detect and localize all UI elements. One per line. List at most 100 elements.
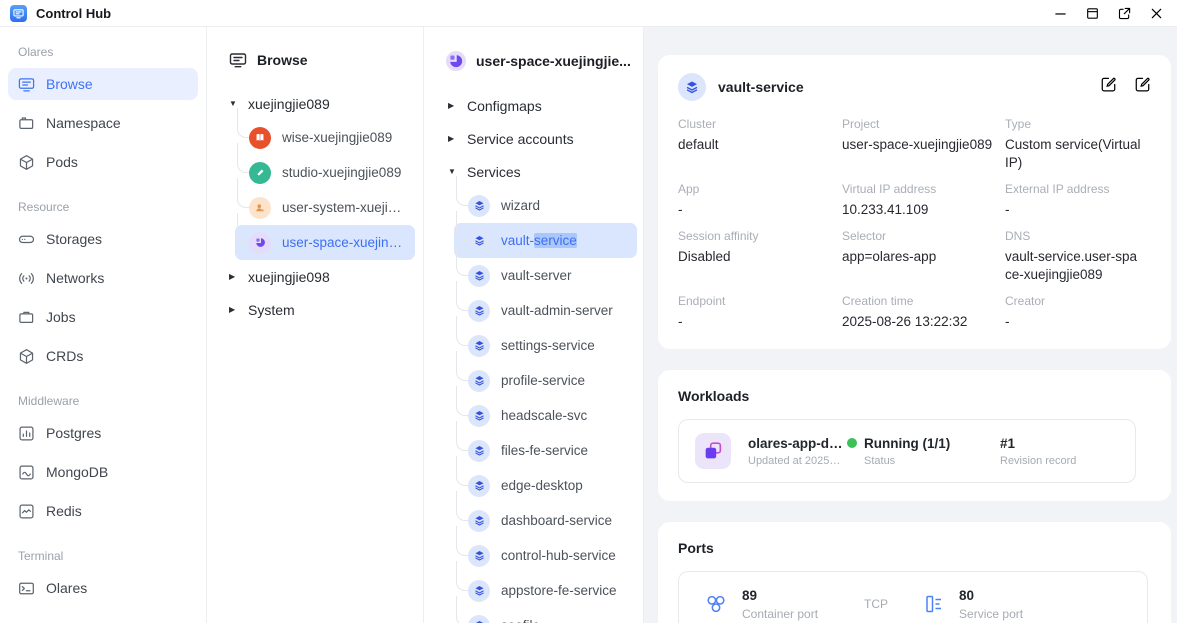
sidebar-item-olares-terminal[interactable]: Olares (8, 572, 198, 604)
namespace-panel: user-space-xuejingjie... ▶ Configmaps ▶ … (424, 27, 644, 623)
workload-status-label: Status (864, 455, 1000, 467)
service-item-appstore-fe-service[interactable]: appstore-fe-service (454, 573, 637, 608)
user-space-app-icon (249, 232, 271, 254)
tree-item-user-system[interactable]: user-system-xuejingj... (235, 190, 415, 225)
workload-revision: #1 (1000, 436, 1076, 451)
caret-right-icon[interactable]: ▶ (448, 101, 458, 110)
tree-item-studio[interactable]: studio-xuejingjie089 (235, 155, 415, 190)
service-layers-icon (678, 73, 706, 101)
service-item-profile-service[interactable]: profile-service (454, 363, 637, 398)
field-creator: Creator- (1005, 294, 1151, 331)
caret-down-icon[interactable]: ▼ (229, 99, 239, 108)
edit-icon (1100, 76, 1117, 93)
field-selector: Selectorapp=olares-app (842, 229, 1005, 284)
workload-name: olares-app-depl... (748, 436, 844, 451)
service-layers-icon (468, 265, 490, 287)
sidebar-item-namespace[interactable]: Namespace (8, 107, 198, 139)
close-button[interactable] (1150, 7, 1163, 20)
field-app: App- (678, 182, 842, 219)
app-logo-icon (10, 5, 27, 22)
section-label-terminal: Terminal (18, 549, 198, 563)
caret-right-icon[interactable]: ▶ (229, 272, 239, 281)
sidebar-item-crds[interactable]: CRDs (8, 340, 198, 372)
workload-item[interactable]: olares-app-depl... Updated at 2025-08-26… (678, 419, 1136, 483)
service-layers-icon (468, 195, 490, 217)
browse-icon (229, 51, 247, 69)
service-layers-icon (468, 335, 490, 357)
app-title: Control Hub (36, 6, 111, 21)
tree-node-xuejingjie098[interactable]: ▶ xuejingjie098 (217, 260, 415, 293)
service-item-headscale-svc[interactable]: headscale-svc (454, 398, 637, 433)
service-item-settings-service[interactable]: settings-service (454, 328, 637, 363)
services-list: wizard vault-service vault-server vault-… (436, 188, 637, 623)
service-layers-icon (468, 230, 490, 252)
service-layers-icon (468, 545, 490, 567)
caret-right-icon[interactable]: ▶ (229, 305, 239, 314)
postgres-icon (18, 425, 35, 442)
service-detail-card: vault-service Clusterdefault Projectuser… (658, 55, 1171, 349)
sidebar-item-browse[interactable]: Browse (8, 68, 198, 100)
namespace-icon (18, 115, 35, 132)
field-project: Projectuser-space-xuejingjie089 (842, 117, 1005, 172)
port-protocol: TCP (864, 597, 888, 611)
primary-sidebar: Olares Browse Namespace Pods R (0, 27, 207, 623)
minimize-button[interactable] (1054, 7, 1067, 20)
tree-item-user-space[interactable]: user-space-xuejingji... (235, 225, 415, 260)
edit-yaml-button[interactable] (1134, 76, 1151, 98)
user-system-app-icon (249, 197, 271, 219)
ports-title: Ports (678, 540, 1151, 556)
sidebar-item-mongodb[interactable]: MongoDB (8, 456, 198, 488)
sidebar-item-pods[interactable]: Pods (8, 146, 198, 178)
field-session-affinity: Session affinityDisabled (678, 229, 842, 284)
caret-down-icon[interactable]: ▼ (448, 167, 458, 176)
tree-item-wise[interactable]: wise-xuejingjie089 (235, 120, 415, 155)
service-item-dashboard-service[interactable]: dashboard-service (454, 503, 637, 538)
service-item-vault-admin-server[interactable]: vault-admin-server (454, 293, 637, 328)
sidebar-item-jobs[interactable]: Jobs (8, 301, 198, 333)
field-dns: DNSvault-service.user-space-xuejingjie08… (1005, 229, 1151, 284)
restore-icon (1086, 7, 1099, 20)
sidebar-item-label: Namespace (46, 115, 121, 131)
group-configmaps[interactable]: ▶ Configmaps (436, 89, 637, 122)
open-external-icon (1118, 7, 1131, 20)
edit-button[interactable] (1100, 76, 1117, 98)
sidebar-item-label: Redis (46, 503, 82, 519)
service-item-vault-server[interactable]: vault-server (454, 258, 637, 293)
pods-icon (18, 154, 35, 171)
group-service-accounts[interactable]: ▶ Service accounts (436, 122, 637, 155)
service-layers-icon (468, 440, 490, 462)
sidebar-item-storages[interactable]: Storages (8, 223, 198, 255)
field-endpoint: Endpoint- (678, 294, 842, 331)
workloads-card: Workloads olares-app-depl... Updated at … (658, 370, 1171, 501)
service-item-edge-desktop[interactable]: edge-desktop (454, 468, 637, 503)
sidebar-item-postgres[interactable]: Postgres (8, 417, 198, 449)
sidebar-item-label: CRDs (46, 348, 83, 364)
sidebar-item-redis[interactable]: Redis (8, 495, 198, 527)
studio-app-icon (249, 162, 271, 184)
service-item-seafile[interactable]: seafile (454, 608, 637, 623)
port-item: 89 Container port TCP 80 Service port (678, 571, 1148, 623)
mongodb-icon (18, 464, 35, 481)
service-item-files-fe-service[interactable]: files-fe-service (454, 433, 637, 468)
titlebar: Control Hub (0, 0, 1177, 27)
sidebar-item-label: Browse (46, 76, 93, 92)
network-icon (18, 270, 35, 287)
workloads-title: Workloads (678, 388, 1151, 404)
sidebar-item-label: Storages (46, 231, 102, 247)
service-layers-icon (468, 615, 490, 623)
container-port-label: Container port (742, 607, 818, 621)
sidebar-item-label: Postgres (46, 425, 101, 441)
sidebar-item-label: Networks (46, 270, 104, 286)
caret-right-icon[interactable]: ▶ (448, 134, 458, 143)
restore-button[interactable] (1086, 7, 1099, 20)
ports-card: Ports 89 Container port TCP 80 Service p… (658, 522, 1171, 623)
open-external-button[interactable] (1118, 7, 1131, 20)
field-creation-time: Creation time2025-08-26 13:22:32 (842, 294, 1005, 331)
service-item-vault-service[interactable]: vault-service (454, 223, 637, 258)
service-item-control-hub-service[interactable]: control-hub-service (454, 538, 637, 573)
service-port-icon (922, 592, 946, 616)
service-item-wizard[interactable]: wizard (454, 188, 637, 223)
close-icon (1150, 7, 1163, 20)
tree-node-system[interactable]: ▶ System (217, 293, 415, 326)
sidebar-item-networks[interactable]: Networks (8, 262, 198, 294)
